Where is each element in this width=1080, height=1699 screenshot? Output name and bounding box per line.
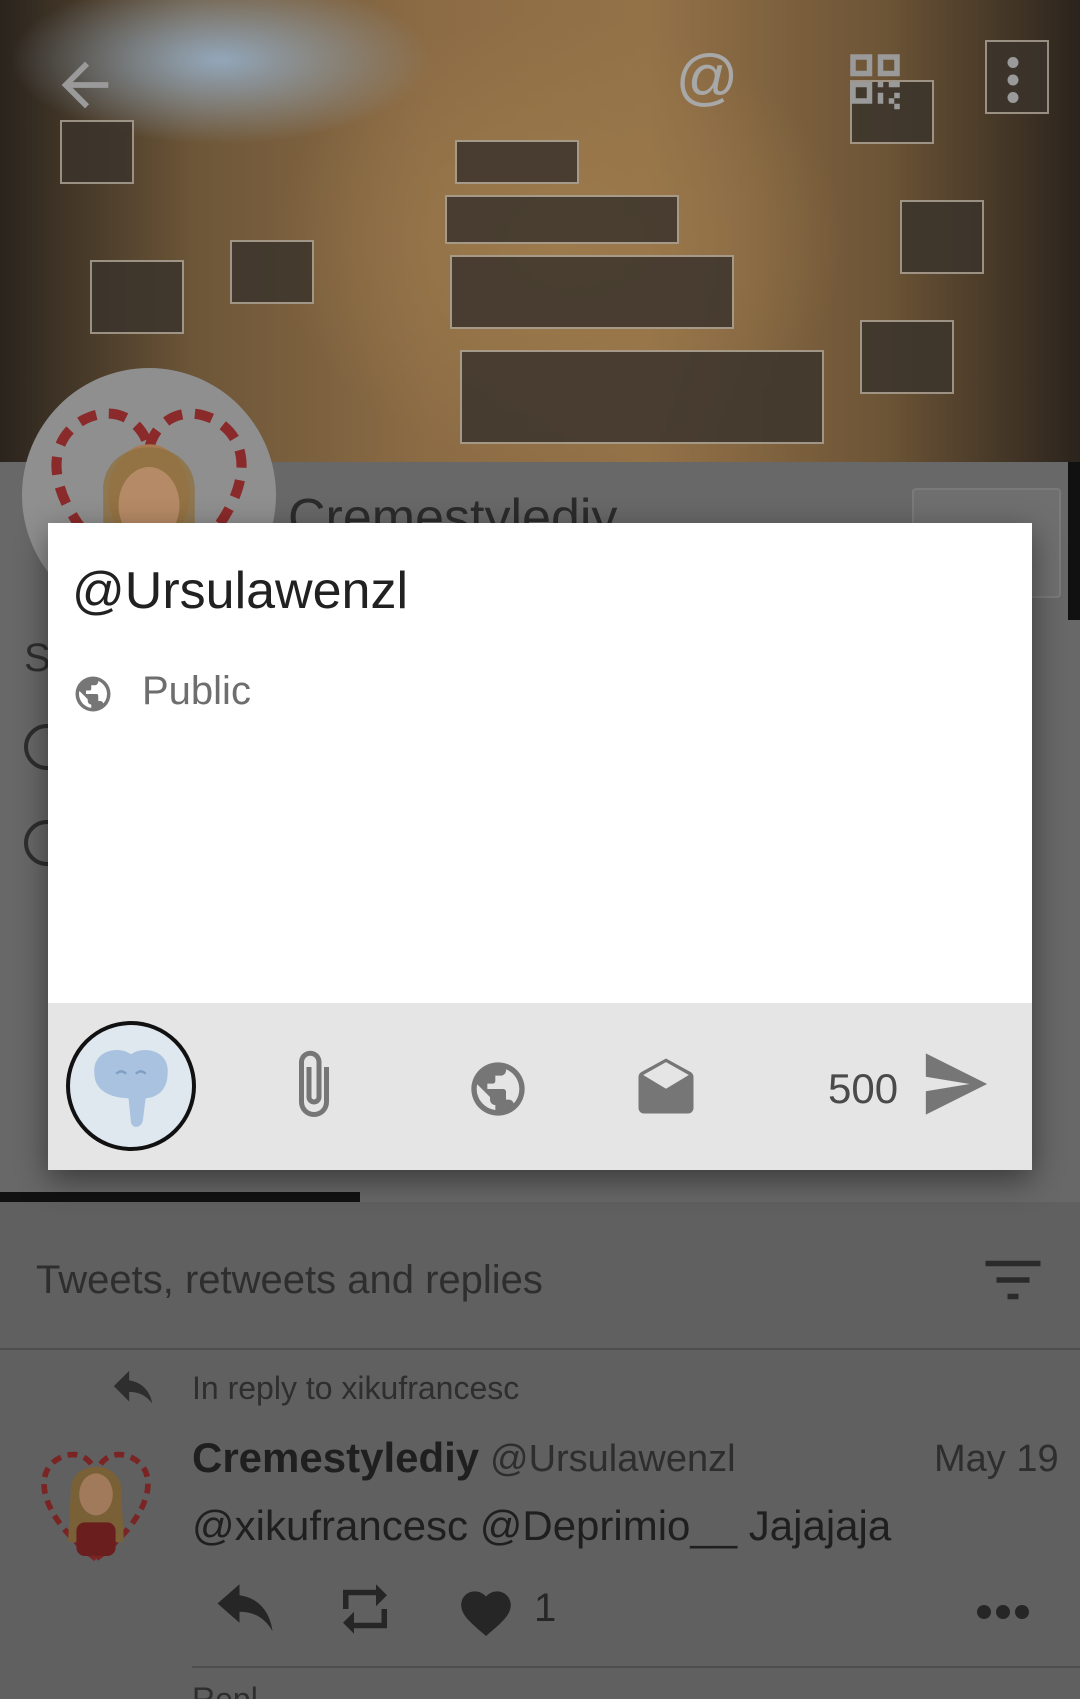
reply-icon bbox=[217, 1584, 273, 1631]
tweet-more-button[interactable] bbox=[976, 1602, 1030, 1622]
account-avatar-button[interactable] bbox=[66, 1021, 196, 1151]
qr-code-icon bbox=[850, 54, 900, 110]
character-count: 500 bbox=[828, 1065, 899, 1112]
send-icon bbox=[925, 1053, 988, 1115]
filter-icon bbox=[985, 1260, 1041, 1300]
reply-context-icon bbox=[110, 1370, 156, 1410]
tab-indicator bbox=[0, 1192, 360, 1202]
reply-context: In reply to xikufrancesc bbox=[192, 1370, 520, 1406]
globe-icon bbox=[471, 1062, 525, 1116]
profile-right-edge bbox=[1068, 462, 1080, 620]
more-options-button[interactable] bbox=[990, 50, 1036, 110]
tweet-display-name[interactable]: Cremestylediy bbox=[192, 1434, 479, 1482]
compose-dialog: @Ursulawenzl Public 500 bbox=[48, 523, 1032, 1170]
reply-button[interactable] bbox=[212, 1584, 278, 1634]
globe-icon bbox=[75, 676, 111, 712]
mail-open-icon bbox=[638, 1058, 694, 1114]
heart-icon bbox=[461, 1591, 511, 1636]
at-sign-icon: @ bbox=[675, 43, 739, 112]
mention-button[interactable]: @ bbox=[672, 38, 742, 118]
like-count: 1 bbox=[534, 1586, 557, 1630]
next-reply-context: Repl bbox=[192, 1684, 258, 1699]
attach-button[interactable] bbox=[284, 1047, 344, 1127]
timeline-filter-label: Tweets, retweets and replies bbox=[36, 1258, 543, 1302]
direct-message-button[interactable] bbox=[632, 1053, 700, 1119]
compose-toolbar: 500 bbox=[48, 1003, 1032, 1170]
tweet-text: @xikufrancesc @Deprimio__ Jajajaja bbox=[192, 1502, 892, 1549]
more-horizontal-icon bbox=[977, 1605, 1029, 1619]
tweet-divider bbox=[192, 1666, 1080, 1668]
tweet-avatar[interactable] bbox=[26, 1430, 166, 1570]
compose-recipient: @Ursulawenzl bbox=[72, 562, 408, 620]
mastodon-elephant-icon bbox=[94, 1050, 168, 1127]
tweet-item[interactable]: In reply to xikufrancesc Cremestylediy @… bbox=[0, 1352, 1080, 1682]
profile-bio: S bbox=[24, 636, 51, 680]
arrow-left-icon bbox=[61, 61, 109, 109]
visibility-button[interactable] bbox=[466, 1057, 530, 1121]
send-button[interactable] bbox=[920, 1053, 990, 1115]
retweet-icon bbox=[343, 1584, 387, 1634]
like-button[interactable] bbox=[456, 1584, 516, 1636]
visibility-row[interactable]: Public bbox=[72, 669, 372, 719]
compose-text-field[interactable]: @Ursulawenzl bbox=[72, 561, 1008, 621]
visibility-label: Public bbox=[142, 669, 251, 713]
attach-icon bbox=[299, 1050, 329, 1117]
tweet-handle: @Ursulawenzl bbox=[490, 1438, 736, 1480]
qr-code-button[interactable] bbox=[842, 46, 908, 112]
back-button[interactable] bbox=[50, 50, 120, 120]
heart-avatar-icon bbox=[41, 1451, 151, 1563]
more-vertical-icon bbox=[1007, 57, 1019, 103]
filter-button[interactable] bbox=[980, 1256, 1046, 1304]
divider bbox=[0, 1348, 1080, 1350]
tweet-date: May 19 bbox=[934, 1438, 1059, 1480]
retweet-button[interactable] bbox=[332, 1584, 398, 1634]
